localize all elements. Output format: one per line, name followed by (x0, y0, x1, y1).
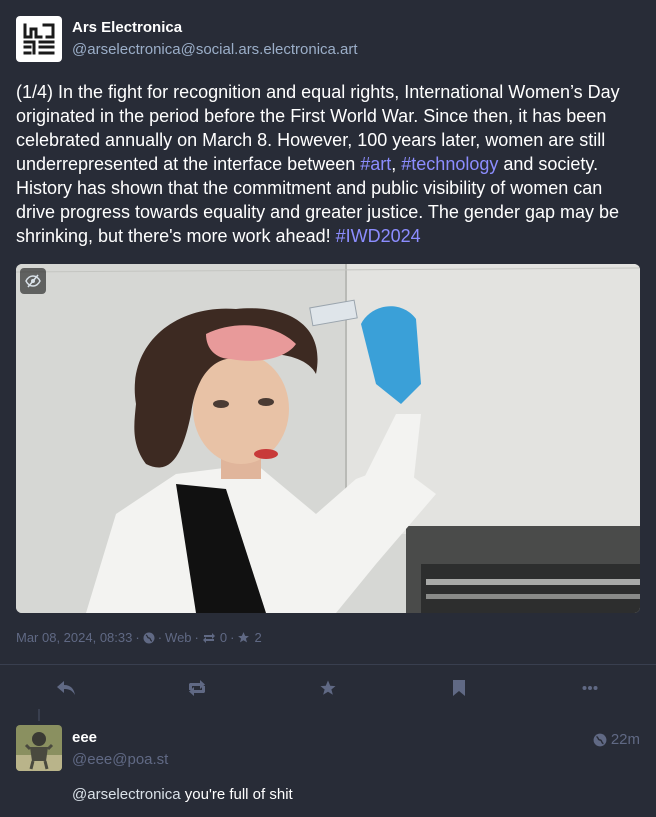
reblogs-count[interactable]: 0 (220, 630, 227, 645)
reply-button[interactable] (55, 677, 77, 699)
bookmark-icon (453, 680, 465, 696)
reply-status[interactable]: eee @eee@poa.st 22m @arselectronica you'… (0, 709, 656, 817)
reply-content: @arselectronica you're full of shit (72, 786, 293, 803)
meta-dot: · (157, 630, 163, 645)
hashtag-iwd2024[interactable]: #IWD2024 (336, 226, 421, 246)
star-count-icon (237, 631, 250, 644)
reply-icon (57, 681, 75, 695)
eye-slash-icon (25, 274, 41, 288)
status-content: (1/4) In the fight for recognition and e… (16, 80, 640, 248)
account-handle[interactable]: @arselectronica@social.ars.electronica.a… (72, 41, 358, 58)
mention-link[interactable]: @arselectronica (72, 786, 181, 803)
status-card: Ars Electronica @arselectronica@social.a… (0, 0, 656, 664)
action-bar (0, 664, 656, 710)
reply-handle[interactable]: @eee@poa.st (72, 751, 168, 768)
display-name[interactable]: Ars Electronica (72, 19, 182, 36)
meta-dot: · (135, 630, 140, 645)
hide-media-button[interactable] (20, 268, 46, 294)
hashtag-art[interactable]: #art (360, 154, 391, 174)
status-date[interactable]: Mar 08, 2024, 08:33 (16, 630, 132, 645)
globe-icon (143, 632, 155, 644)
content-separator: , (391, 154, 402, 174)
reply-timestamp[interactable]: 22m (593, 731, 640, 748)
boost-count-icon (202, 632, 216, 644)
star-icon (320, 680, 336, 695)
favourite-button[interactable] (317, 677, 339, 699)
meta-dot: · (194, 630, 199, 645)
status-application: Web (165, 630, 192, 645)
more-icon (582, 686, 598, 690)
media-attachment-image[interactable] (16, 264, 640, 613)
boost-icon (189, 680, 205, 696)
meta-dot: · (230, 630, 235, 645)
bookmark-button[interactable] (448, 677, 470, 699)
avatar[interactable] (16, 16, 62, 62)
status-meta: Mar 08, 2024, 08:33 · · Web · 0 · 2 (16, 630, 262, 645)
favourites-count[interactable]: 2 (254, 630, 261, 645)
globe-icon (593, 733, 607, 746)
boost-button[interactable] (186, 677, 208, 699)
reply-avatar[interactable] (16, 725, 62, 771)
reply-text: you're full of shit (180, 786, 293, 803)
reply-time: 22m (610, 731, 640, 748)
thread-line (38, 709, 40, 721)
reply-display-name[interactable]: eee (72, 729, 97, 746)
hashtag-technology[interactable]: #technology (401, 154, 498, 174)
more-button[interactable] (579, 677, 601, 699)
